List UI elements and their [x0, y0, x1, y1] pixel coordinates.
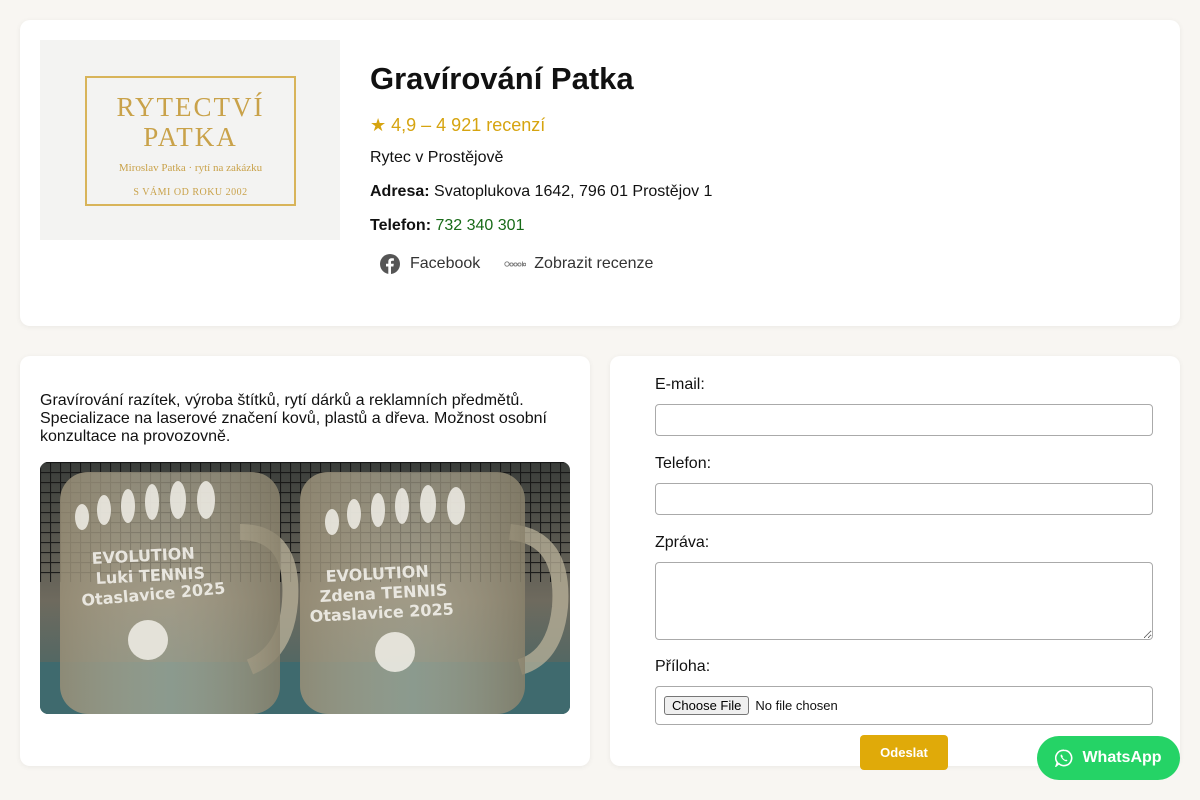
engraved-mugs-image: EVOLUTION Luki TENNIS Otaslavice 2025 EV…: [40, 462, 570, 714]
message-field[interactable]: [655, 562, 1153, 640]
google-icon: [504, 261, 527, 267]
contact-form: E-mail: Telefon: Zpráva: Příloha: Choose…: [655, 376, 1153, 770]
email-label: E-mail:: [655, 376, 705, 393]
phone-row: Telefon: 732 340 301: [370, 216, 712, 236]
social-links: Facebook Zobrazit recenze: [370, 254, 712, 274]
reviews-label: Zobrazit recenze: [534, 255, 654, 272]
logo-line-3: Miroslav Patka · rytí na zakázku: [118, 162, 263, 174]
whatsapp-label: WhatsApp: [1082, 749, 1162, 766]
address-row: Adresa: Svatoplukova 1642, 796 01 Prostě…: [370, 182, 712, 202]
address-value: Svatoplukova 1642, 796 01 Prostějov 1: [434, 183, 713, 200]
business-logo: RYTECTVÍ PATKA Miroslav Patka · rytí na …: [40, 40, 340, 240]
logo-frame: RYTECTVÍ PATKA Miroslav Patka · rytí na …: [85, 76, 296, 206]
whatsapp-icon: [1055, 749, 1073, 767]
whatsapp-button[interactable]: WhatsApp: [1037, 736, 1180, 780]
logo-line-1: RYTECTVÍ: [116, 92, 265, 122]
contact-card: E-mail: Telefon: Zpráva: Příloha: Choose…: [610, 356, 1180, 770]
business-card: RYTECTVÍ PATKA Miroslav Patka · rytí na …: [20, 20, 1180, 326]
attachment-field[interactable]: Choose File No file chosen: [655, 686, 1153, 725]
file-status: No file chosen: [755, 698, 838, 713]
address-label: Adresa:: [370, 183, 430, 200]
logo-line-4: S VÁMI OD ROKU 2002: [133, 187, 248, 198]
facebook-link[interactable]: Facebook: [380, 254, 480, 274]
business-rating: ★ 4,9 – 4 921 recenzí: [370, 115, 546, 135]
description-card: Gravírování razítek, výroba štítků, rytí…: [20, 356, 590, 766]
phone-link[interactable]: 732 340 301: [435, 217, 524, 234]
message-label: Zpráva:: [655, 534, 710, 551]
facebook-icon: [380, 254, 400, 274]
attachment-label: Příloha:: [655, 658, 711, 675]
phone-field-label: Telefon:: [655, 455, 712, 472]
business-info: Gravírování Patka ★ 4,9 – 4 921 recenzí …: [370, 60, 712, 274]
reviews-link[interactable]: Zobrazit recenze: [504, 255, 653, 273]
email-field[interactable]: [655, 404, 1153, 436]
choose-file-button[interactable]: Choose File: [664, 696, 750, 715]
phone-field[interactable]: [655, 483, 1153, 515]
logo-line-2: PATKA: [143, 122, 238, 152]
submit-button[interactable]: Odeslat: [860, 735, 948, 770]
product-photo: EVOLUTION Luki TENNIS Otaslavice 2025 EV…: [40, 462, 570, 714]
phone-label: Telefon:: [370, 217, 432, 234]
facebook-label: Facebook: [410, 255, 481, 272]
business-category: Rytec v Prostějově: [370, 149, 504, 166]
business-name: Gravírování Patka: [370, 61, 634, 96]
business-description: Gravírování razítek, výroba štítků, rytí…: [40, 392, 547, 445]
